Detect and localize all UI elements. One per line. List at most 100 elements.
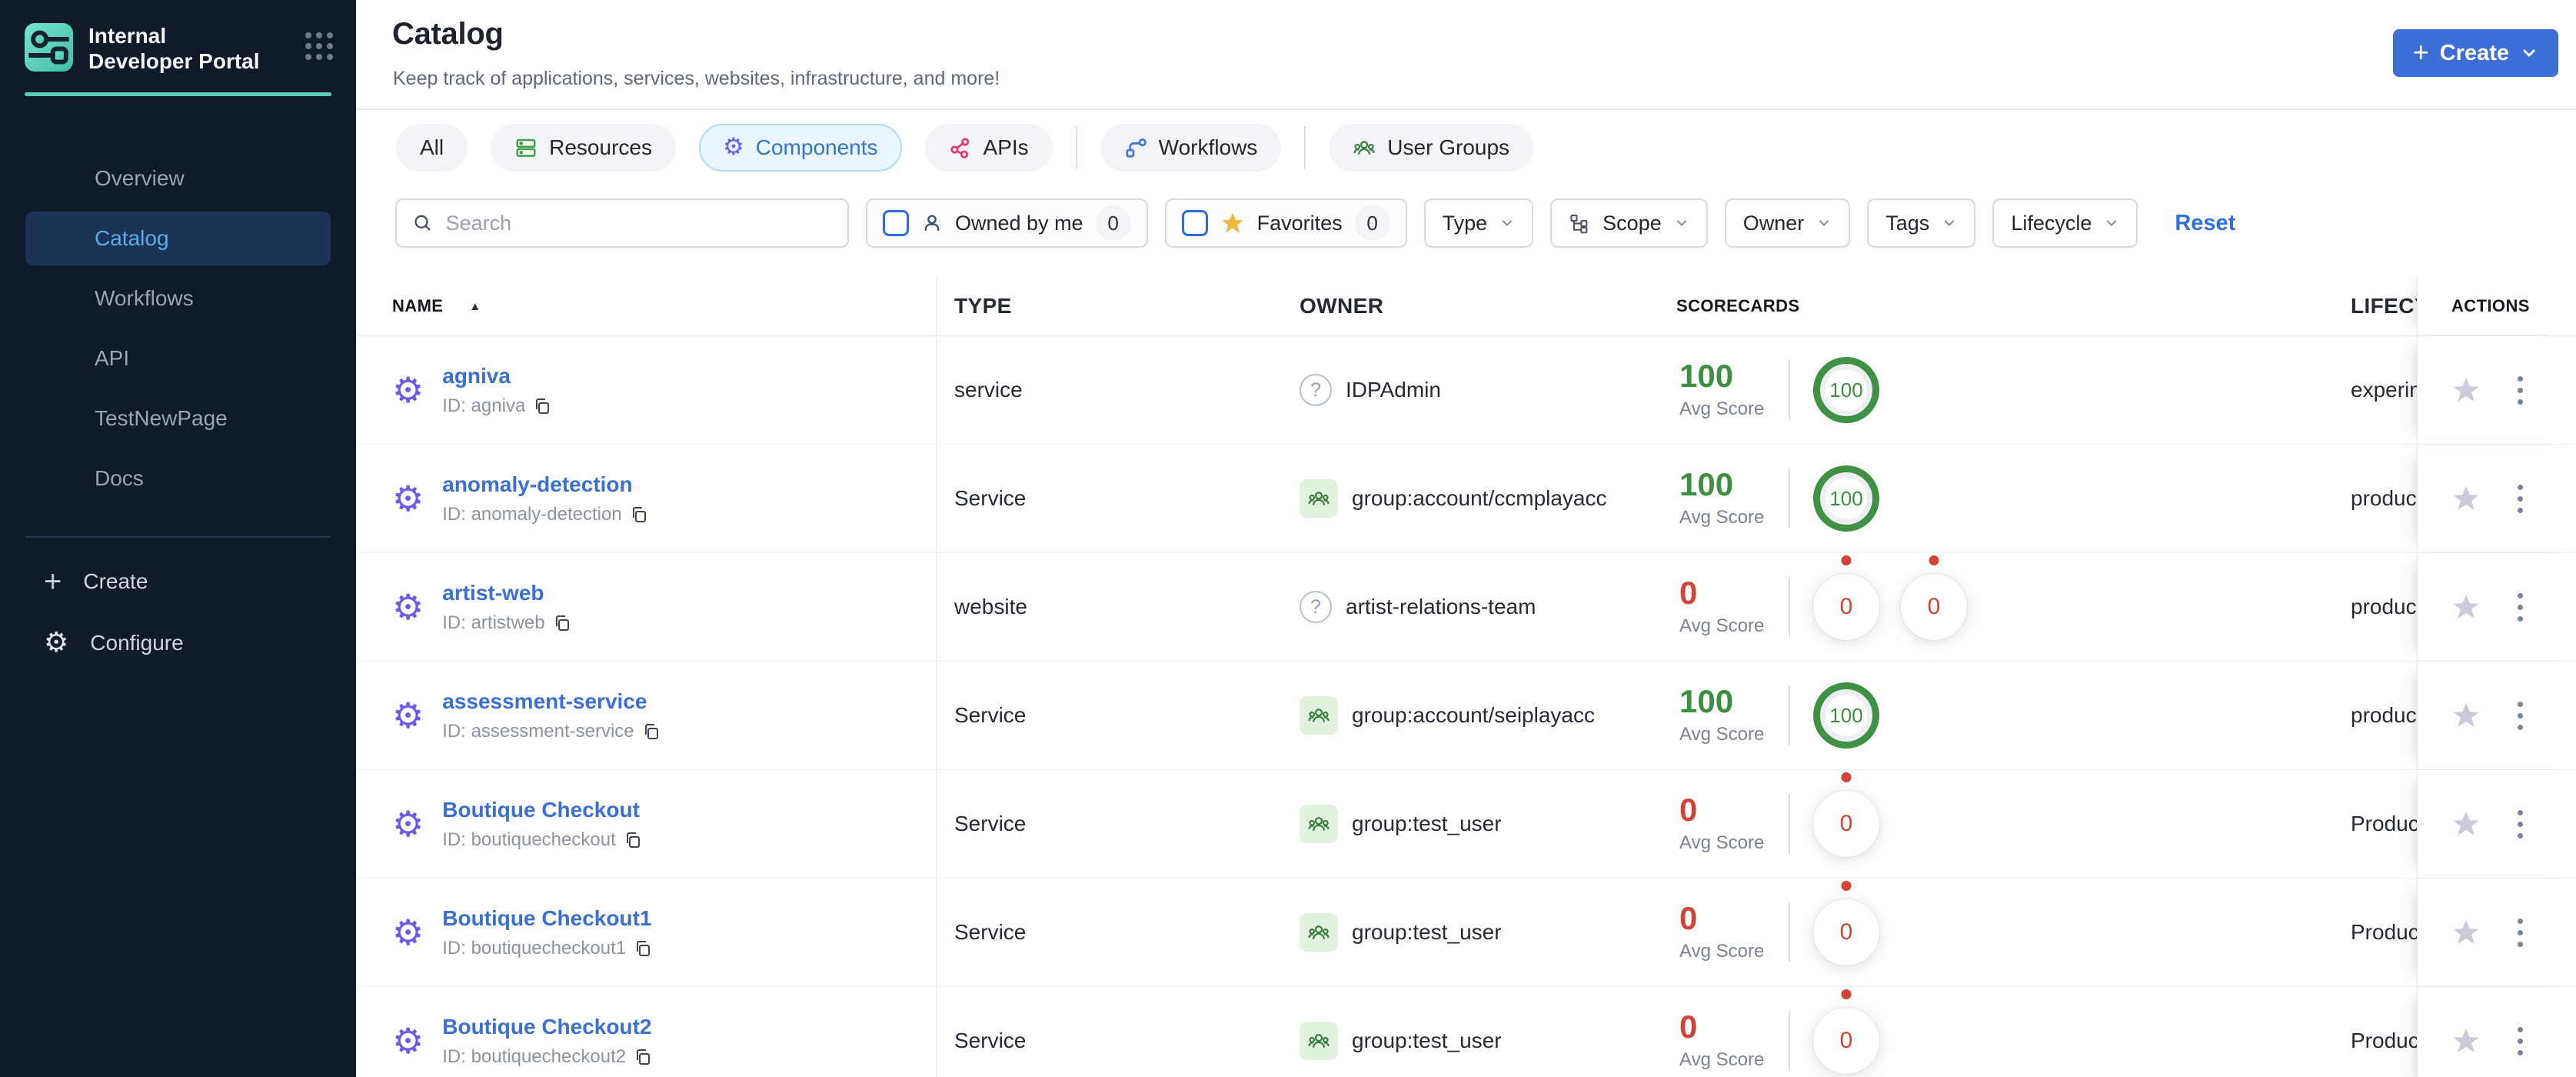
scorecard-ring[interactable]: 100 [1813, 465, 1879, 532]
component-name-link[interactable]: assessment-service [442, 689, 660, 714]
owner-badge: ? [1300, 374, 1332, 406]
create-button[interactable]: + Create [2392, 29, 2558, 77]
scorecard-ring[interactable]: 0 [1813, 881, 1879, 965]
table-row[interactable]: ⚙ agniva ID: agniva service ? IDPAdmin 1… [356, 336, 2576, 445]
scorecard-zero-tick [1929, 555, 1939, 565]
unknown-owner-icon: ? [1300, 591, 1332, 623]
table-row[interactable]: ⚙ anomaly-detection ID: anomaly-detectio… [356, 445, 2576, 553]
component-gear-icon: ⚙ [392, 912, 424, 953]
column-header-lifecycle[interactable]: LIFECYCLE [2351, 277, 2417, 335]
column-header-actions: ACTIONS [2417, 277, 2576, 335]
copy-icon[interactable] [624, 831, 642, 849]
owner-cell: ? group:account/seiplayacc [1298, 662, 1676, 769]
tab-user-groups[interactable]: User Groups [1329, 123, 1534, 172]
table-row[interactable]: ⚙ assessment-service ID: assessment-serv… [356, 662, 2576, 770]
component-name-link[interactable]: Boutique Checkout [442, 798, 641, 822]
component-name-link[interactable]: anomaly-detection [442, 472, 647, 497]
favorite-star-icon[interactable] [2451, 375, 2481, 405]
owner-cell: ? IDPAdmin [1298, 336, 1676, 444]
sidebar-item-api[interactable]: API [25, 332, 331, 385]
copy-icon[interactable] [553, 614, 571, 632]
name-cell: ⚙ anomaly-detection ID: anomaly-detectio… [356, 445, 937, 552]
scorecard-ring[interactable]: 0 [1813, 989, 1879, 1074]
group-icon [1300, 696, 1338, 735]
kebab-menu-icon[interactable] [2513, 480, 2528, 518]
tab-resources[interactable]: Resources [491, 123, 676, 172]
component-name-link[interactable]: agniva [442, 364, 551, 388]
scorecard-ring-value: 0 [1839, 594, 1853, 619]
owner-filter-dropdown[interactable]: Owner [1724, 198, 1851, 248]
search-input[interactable] [445, 211, 832, 235]
column-header-name[interactable]: NAME ▲ [356, 277, 937, 335]
copy-icon[interactable] [634, 939, 652, 958]
reset-filters-link[interactable]: Reset [2175, 211, 2235, 236]
type-filter-dropdown[interactable]: Type [1423, 198, 1534, 248]
component-name-link[interactable]: artist-web [442, 581, 571, 605]
component-name-link[interactable]: Boutique Checkout2 [442, 1015, 652, 1039]
table-row[interactable]: ⚙ Boutique Checkout1 ID: boutiquecheckou… [356, 879, 2576, 987]
copy-icon[interactable] [630, 505, 648, 524]
name-cell: ⚙ artist-web ID: artistweb [356, 553, 937, 661]
group-icon [1300, 913, 1338, 952]
column-header-owner[interactable]: OWNER [1298, 277, 1676, 335]
name-stack: assessment-service ID: assessment-servic… [442, 689, 660, 742]
kebab-menu-icon[interactable] [2513, 914, 2528, 952]
avg-score-value: 0 [1679, 900, 1698, 936]
favorite-star-icon[interactable] [2451, 484, 2481, 513]
owner-badge: ? [1300, 1022, 1338, 1060]
copy-icon[interactable] [634, 1048, 652, 1066]
component-id-line: ID: agniva [442, 395, 551, 417]
sidebar-configure-button[interactable]: ⚙ Configure [25, 616, 331, 670]
favorite-star-icon[interactable] [2451, 918, 2481, 947]
scorecard-ring[interactable]: 0 [1813, 772, 1879, 857]
avg-score-block: 100 Avg Score [1676, 468, 1789, 528]
avg-score-label: Avg Score [1679, 724, 1765, 745]
scorecards-cell: 0 Avg Score 00 [1676, 553, 2351, 661]
sidebar-create-button[interactable]: + Create [25, 555, 331, 609]
score-divider [1789, 468, 1790, 528]
score-divider [1789, 685, 1790, 745]
sidebar-item-workflows[interactable]: Workflows [25, 272, 331, 325]
component-name-link[interactable]: Boutique Checkout1 [442, 906, 652, 931]
scorecard-ring[interactable]: 100 [1813, 357, 1879, 423]
favorite-star-icon[interactable] [2451, 809, 2481, 839]
scorecard-ring[interactable]: 0 [1813, 555, 1879, 640]
app-switcher-icon[interactable] [305, 32, 333, 60]
kebab-menu-icon[interactable] [2513, 805, 2528, 843]
owned-by-me-checkbox[interactable] [883, 210, 909, 236]
kebab-menu-icon[interactable] [2513, 1022, 2528, 1060]
user-groups-icon [1353, 140, 1375, 155]
avg-score-label: Avg Score [1679, 832, 1765, 853]
sidebar-item-catalog[interactable]: Catalog [25, 212, 331, 265]
favorite-star-icon[interactable] [2451, 1026, 2481, 1055]
tags-filter-dropdown[interactable]: Tags [1867, 198, 1976, 248]
favorite-star-icon[interactable] [2451, 701, 2481, 730]
scorecard-ring-value: 100 [1825, 369, 1867, 411]
favorites-filter[interactable]: Favorites 0 [1164, 198, 1407, 248]
owned-by-me-filter[interactable]: Owned by me 0 [866, 198, 1148, 248]
kebab-menu-icon[interactable] [2513, 697, 2528, 735]
kebab-menu-icon[interactable] [2513, 589, 2528, 626]
copy-icon[interactable] [642, 722, 661, 741]
sidebar-item-docs[interactable]: Docs [25, 452, 331, 505]
sidebar-item-testnewpage[interactable]: TestNewPage [25, 392, 331, 445]
tab-components[interactable]: ⚙ Components [698, 123, 902, 172]
scope-filter-dropdown[interactable]: Scope [1550, 198, 1708, 248]
table-row[interactable]: ⚙ Boutique Checkout ID: boutiquecheckout… [356, 770, 2576, 879]
favorites-checkbox[interactable] [1181, 210, 1208, 236]
sidebar-item-overview[interactable]: Overview [25, 152, 331, 205]
kebab-menu-icon[interactable] [2513, 372, 2528, 409]
lifecycle-filter-dropdown[interactable]: Lifecycle [1992, 198, 2138, 248]
scorecard-ring[interactable]: 100 [1813, 682, 1879, 749]
favorite-star-icon[interactable] [2451, 592, 2481, 622]
column-header-type[interactable]: TYPE [937, 277, 1298, 335]
tab-all[interactable]: All [396, 123, 468, 172]
column-header-scorecards[interactable]: SCORECARDS [1676, 277, 2351, 335]
copy-icon[interactable] [533, 397, 551, 415]
tab-workflows[interactable]: Workflows [1100, 123, 1282, 172]
scorecard-ring[interactable]: 0 [1901, 555, 1967, 640]
table-row[interactable]: ⚙ Boutique Checkout2 ID: boutiquecheckou… [356, 987, 2576, 1077]
table-row[interactable]: ⚙ artist-web ID: artistweb website ? art… [356, 553, 2576, 662]
owned-by-me-label: Owned by me [955, 211, 1083, 235]
tab-apis[interactable]: APIs [924, 123, 1053, 172]
